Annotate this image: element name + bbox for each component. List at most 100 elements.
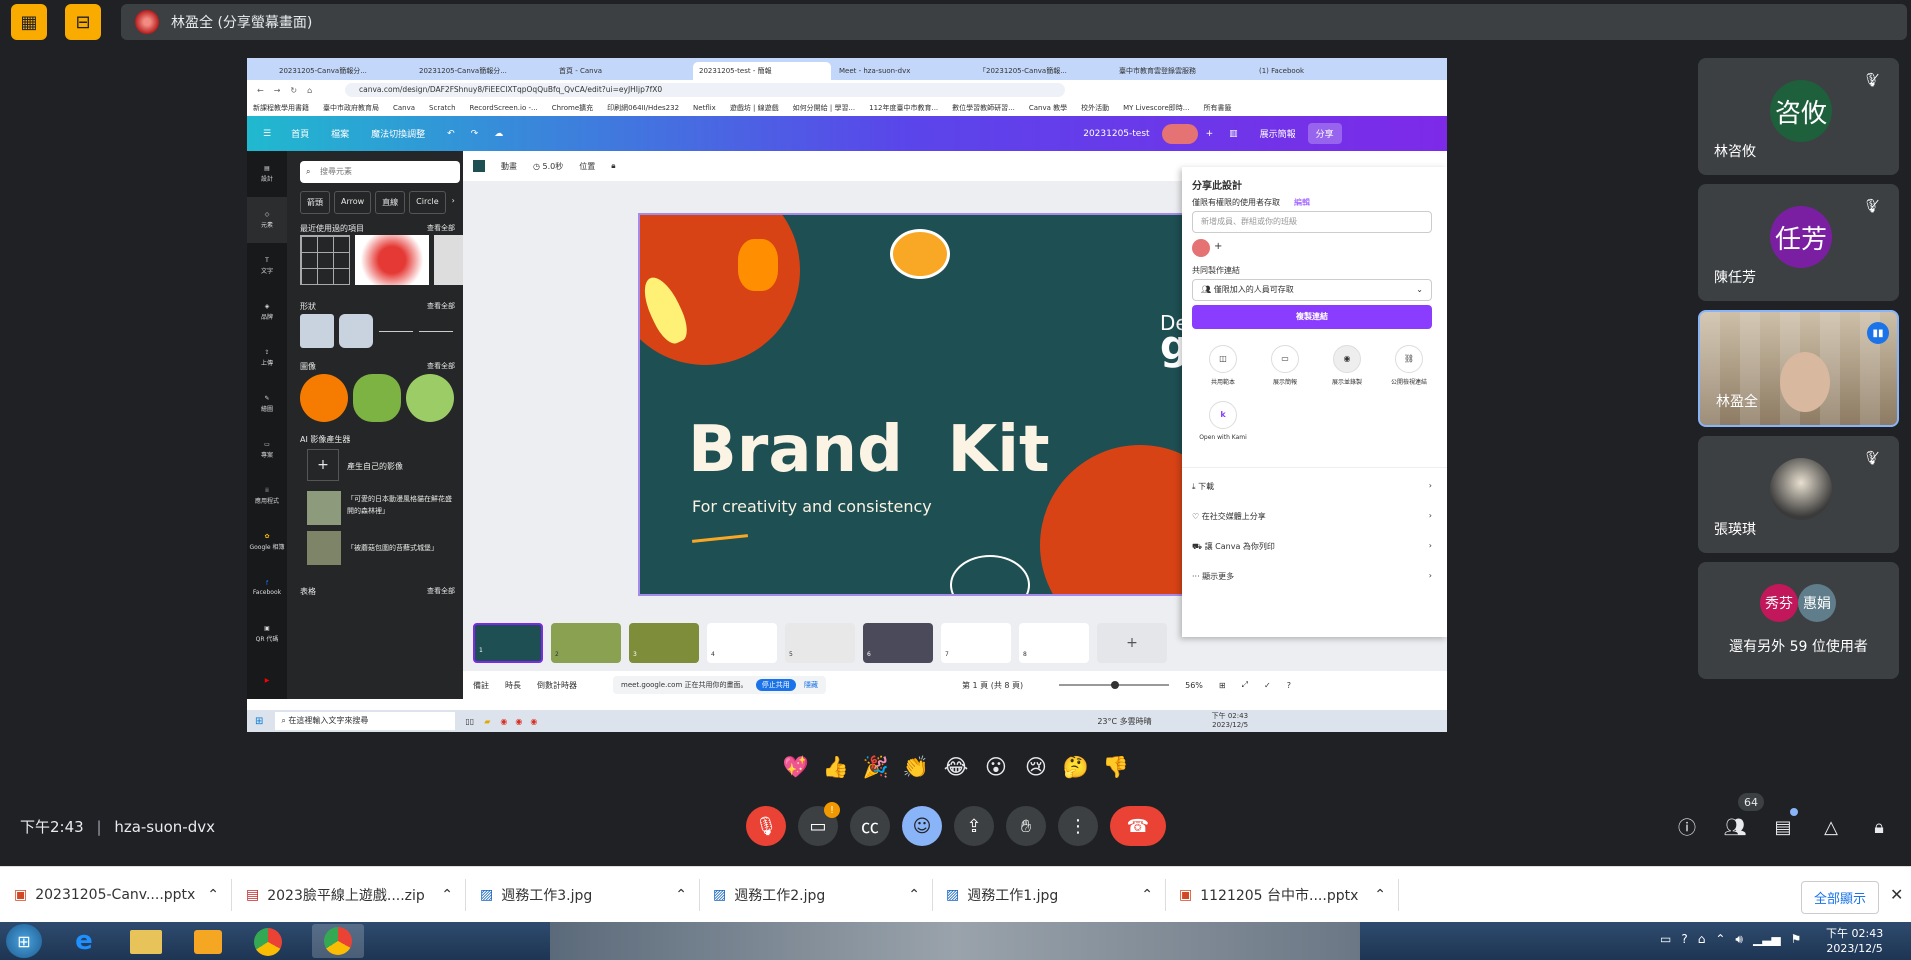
ai-item[interactable]: 「可愛的日本動漫風格貓在鮮花盛開的森林裡」 — [347, 493, 457, 517]
reaction-clap[interactable]: 👏 — [900, 753, 932, 781]
share-row[interactable]: ··· 顯示更多 › — [1192, 571, 1432, 582]
bookmark[interactable]: Canva — [393, 104, 415, 112]
page-thumb[interactable]: 6 — [863, 623, 933, 663]
show-all-button[interactable]: 全部顯示 — [1801, 881, 1880, 914]
chevron-up-icon[interactable]: ⌃ — [675, 887, 687, 903]
download-item[interactable]: ▨ 週務工作2.jpg ⌃ — [713, 879, 933, 911]
share-row[interactable]: ⛟ 讓 Canva 為你列印 › — [1192, 541, 1432, 552]
element-search[interactable]: ⌕ 搜尋元素 — [300, 161, 460, 183]
page-thumb[interactable]: 2 — [551, 623, 621, 663]
zoom-handle[interactable] — [1111, 681, 1120, 689]
network-icon[interactable]: ⌂ — [1698, 932, 1706, 947]
explorer-icon[interactable]: ▰ — [484, 717, 490, 726]
page-thumb[interactable]: 1 — [473, 623, 543, 663]
see-all[interactable]: 查看全部 — [427, 301, 455, 311]
bookmark[interactable]: 校外活動 — [1081, 103, 1109, 113]
explorer-icon[interactable] — [130, 930, 162, 954]
square-shape[interactable] — [300, 314, 334, 348]
chrome-active-button[interactable] — [312, 924, 364, 958]
menu-resize[interactable]: 魔法切換調整 — [371, 127, 425, 140]
see-all[interactable]: 查看全部 — [427, 361, 455, 371]
reaction-heart[interactable]: 💖 — [780, 753, 812, 781]
stop-sharing-button[interactable]: 停止共用 — [755, 679, 796, 691]
reaction-thinking[interactable]: 🤔 — [1060, 753, 1092, 781]
edit-link[interactable]: 編輯 — [1294, 197, 1310, 208]
share-option[interactable]: ▭ 展示簡報 — [1254, 345, 1316, 386]
rail-apps[interactable]: ⁞⁞ 應用程式 — [247, 473, 287, 519]
rail-google-photos[interactable]: ✿ Google 相簿 — [247, 519, 287, 565]
bookmark[interactable]: Canva 教學 — [1029, 103, 1067, 113]
raise-hand-button[interactable]: ✋︎ — [1006, 806, 1046, 846]
chevron-up-icon[interactable]: ⌃ — [207, 887, 219, 903]
flower-thumb[interactable] — [355, 235, 429, 285]
bookmark[interactable]: 如何分開給 | 學習... — [793, 103, 855, 113]
chrome-icon[interactable] — [254, 928, 282, 956]
media-player-icon[interactable] — [194, 930, 222, 954]
bookmark[interactable]: Chrome擴充 — [552, 103, 593, 113]
grid-thumb[interactable] — [300, 235, 350, 285]
notes-button[interactable]: 備註 — [473, 680, 489, 691]
chrome-icon[interactable]: ◉ — [530, 717, 537, 726]
people-input[interactable]: 新增成員、群組或你的班級 — [1192, 211, 1432, 233]
rail-elements[interactable]: ◇ 元素 — [247, 197, 287, 243]
reaction-thumbs-down[interactable]: 👎 — [1100, 753, 1132, 781]
back-icon[interactable]: ← — [257, 86, 264, 95]
share-option[interactable]: ◉ 展示並錄製 — [1316, 345, 1378, 386]
share-button[interactable]: 分享 — [1307, 123, 1342, 144]
animate-button[interactable]: 動畫 — [501, 161, 517, 172]
bookmark[interactable]: 臺中市政府教育局 — [323, 103, 379, 113]
browser-tab[interactable]: 「20231205-Canva簡報... — [973, 62, 1111, 80]
reaction-sad[interactable]: 😢 — [1020, 753, 1052, 781]
share-option[interactable]: ⛓ 公開檢視連結 — [1378, 345, 1440, 386]
browser-tab-active[interactable]: 20231205-test - 簡報 — [693, 62, 831, 80]
reaction-surprised[interactable]: 😮 — [980, 753, 1012, 781]
see-all[interactable]: 查看全部 — [427, 586, 455, 596]
home-icon[interactable]: ⌂ — [307, 86, 312, 95]
all-bookmarks[interactable]: 所有書籤 — [1203, 103, 1231, 113]
camera-button[interactable]: ▭! — [798, 802, 840, 846]
forward-icon[interactable]: → — [274, 86, 281, 95]
check-icon[interactable]: ✓ — [1264, 681, 1271, 690]
slide-subtitle[interactable]: For creativity and consistency — [692, 497, 932, 516]
rail-design[interactable]: ▤ 設計 — [247, 151, 287, 197]
people-icon[interactable]: 👥︎ — [1722, 814, 1748, 840]
hide-button[interactable]: 隱藏 — [804, 681, 818, 689]
participant-tile-speaking[interactable]: ▮▮ 林盈全 — [1698, 310, 1899, 427]
url-field[interactable]: canva.com/design/DAF2FShnuy8/FiEECIXTqpO… — [345, 83, 1065, 97]
lettuce-graphic[interactable] — [353, 374, 401, 422]
see-all[interactable]: 查看全部 — [427, 223, 455, 233]
reaction-joy[interactable]: 😂 — [940, 753, 972, 781]
image-thumb[interactable] — [434, 235, 464, 285]
color-swatch[interactable] — [473, 160, 485, 172]
info-icon[interactable]: ⓘ — [1674, 814, 1700, 840]
zoom-level[interactable]: 56% — [1185, 681, 1203, 690]
page-thumb[interactable]: 7 — [941, 623, 1011, 663]
page-thumb[interactable]: 3 — [629, 623, 699, 663]
chevron-up-icon[interactable]: ⌃ — [908, 887, 920, 903]
collab-select[interactable]: 👥︎ 僅限加入的人員可存取 ⌄ — [1192, 279, 1432, 301]
ie-icon[interactable]: e — [66, 926, 102, 956]
rail-text[interactable]: T 文字 — [247, 243, 287, 289]
download-item[interactable]: ▨ 週務工作3.jpg ⌃ — [480, 879, 700, 911]
chip[interactable]: 直線 — [375, 191, 406, 214]
menu-icon[interactable]: ☰ — [263, 129, 271, 139]
add-page-button[interactable]: + — [1097, 623, 1167, 663]
grid-view-icon[interactable]: ⊞ — [1219, 681, 1226, 690]
pin-icon[interactable]: ⊟ — [65, 4, 101, 40]
bookmark[interactable]: 新課程教學用書籍 — [253, 103, 309, 113]
tomato-graphic[interactable] — [300, 374, 348, 422]
share-row[interactable]: ⤓ 下載 › — [1192, 481, 1432, 492]
participant-tile[interactable]: 🎙︎̸ 咨攸 林咨攸 — [1698, 58, 1899, 175]
windows-icon[interactable]: ⊞ — [255, 716, 263, 727]
download-item[interactable]: ▤ 2023臉平線上遊戲....zip ⌃ — [246, 879, 466, 911]
signal-icon[interactable]: ▁▃▅ — [1753, 932, 1781, 947]
redo-icon[interactable]: ↷ — [471, 129, 479, 139]
ai-cat-thumb[interactable] — [307, 491, 341, 525]
others-tile[interactable]: 秀芬 惠娟 還有另外 59 位使用者 — [1698, 562, 1899, 679]
zoom-slider[interactable] — [1059, 681, 1170, 689]
flag-icon[interactable]: ⚑ — [1791, 932, 1802, 947]
chevron-up-icon[interactable]: ⌃ — [441, 887, 453, 903]
browser-tab[interactable]: 臺中市教育雲登錄雲服務 — [1113, 62, 1251, 80]
browser-tab[interactable]: Meet - hza-suon-dvx — [833, 62, 971, 80]
share-row[interactable]: ♡ 在社交媒體上分享 › — [1192, 511, 1432, 522]
